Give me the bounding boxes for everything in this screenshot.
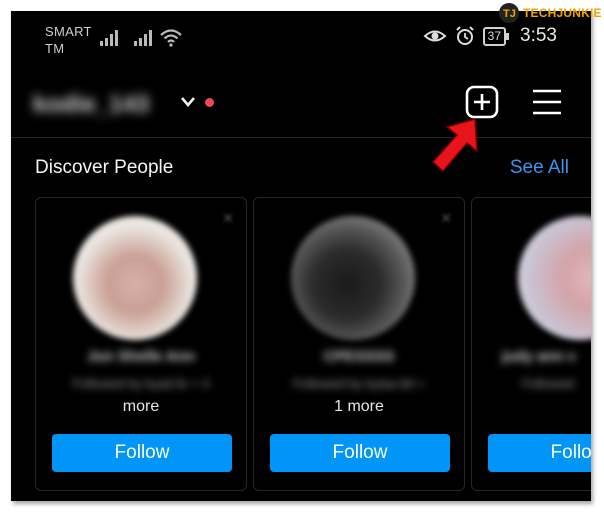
- avatar[interactable]: [291, 216, 415, 340]
- followed-by-text: Followed: [522, 376, 575, 391]
- menu-icon[interactable]: [532, 88, 562, 116]
- suggested-user-name[interactable]: Jun Shelle Ann: [36, 348, 246, 365]
- followed-by-text: Followed by kylaa.tld +: [293, 376, 425, 391]
- watermark: TJ TECHJUNKIE: [498, 2, 602, 24]
- watermark-text: TECHJUNKIE: [523, 6, 602, 20]
- follow-button[interactable]: Follow: [52, 434, 232, 472]
- followed-more-text: 1 more: [334, 398, 384, 415]
- followed-by-text: Followed by kyad.fe + 4: [72, 376, 210, 391]
- notification-dot: [205, 98, 214, 107]
- suggested-user-name[interactable]: CPESSSS: [254, 348, 464, 365]
- follow-button[interactable]: Follow: [488, 434, 591, 472]
- suggestion-card: judy ann c Followed Follow: [471, 197, 591, 491]
- techjunkie-logo-icon: TJ: [499, 3, 519, 23]
- status-right: 37 3:53: [423, 25, 557, 47]
- see-all-link[interactable]: See All: [510, 157, 569, 179]
- eye-icon: [423, 30, 447, 42]
- wifi-icon: [160, 29, 182, 47]
- battery-indicator: 37: [482, 26, 510, 46]
- carrier-label: SMART TM: [45, 24, 92, 56]
- clock: 3:53: [520, 25, 557, 46]
- suggestion-card: ✕ CPESSSS Followed by kylaa.tld + 1 more…: [253, 197, 465, 491]
- new-post-icon[interactable]: [465, 85, 499, 119]
- discover-people-title: Discover People: [35, 157, 174, 178]
- annotation-arrow-icon: [431, 118, 478, 173]
- svg-text:TJ: TJ: [503, 8, 516, 20]
- phone-screen: SMART TM 37 3:53 kodie_143 Discover Peop…: [11, 11, 591, 501]
- avatar[interactable]: [73, 216, 197, 340]
- header-divider: [11, 137, 591, 138]
- avatar[interactable]: [518, 216, 591, 340]
- alarm-icon: [455, 26, 474, 45]
- profile-username[interactable]: kodie_143: [33, 91, 149, 119]
- signal-icon: [100, 30, 118, 46]
- chevron-down-icon[interactable]: [180, 95, 196, 109]
- signal-icon: [134, 30, 152, 46]
- suggested-user-name[interactable]: judy ann c: [502, 348, 591, 365]
- dismiss-icon[interactable]: ✕: [222, 210, 234, 227]
- follow-button[interactable]: Follow: [270, 434, 450, 472]
- dismiss-icon[interactable]: ✕: [440, 210, 452, 227]
- suggestion-card: ✕ Jun Shelle Ann Followed by kyad.fe + 4…: [35, 197, 247, 491]
- followed-more-text: more: [122, 398, 160, 415]
